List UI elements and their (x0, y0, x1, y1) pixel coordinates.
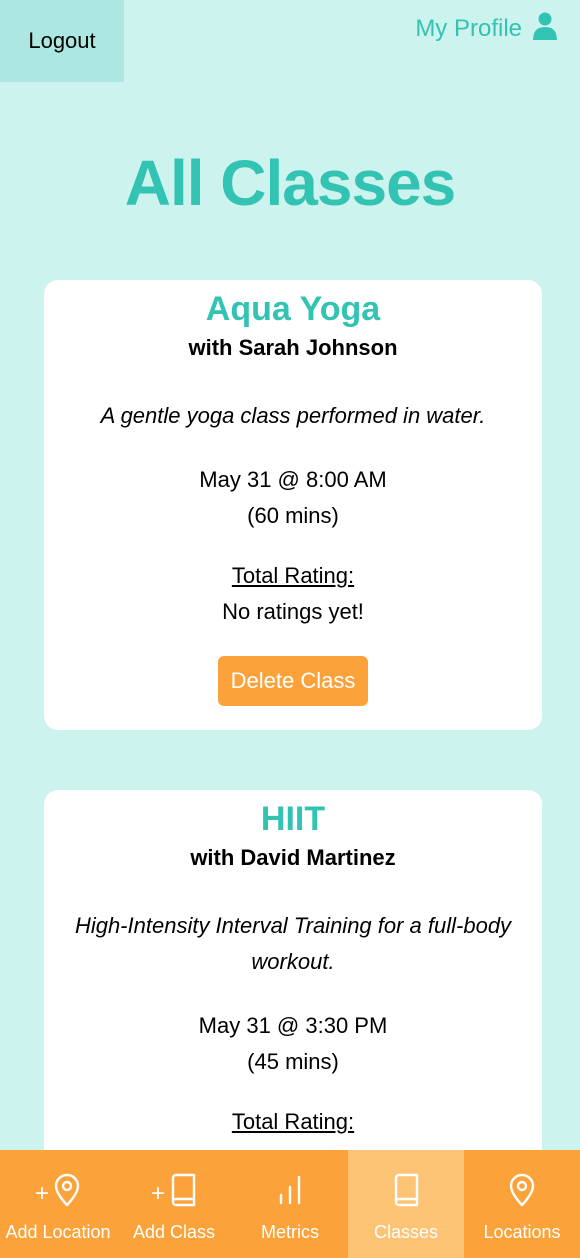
page-title: All Classes (124, 147, 457, 219)
class-description: High-Intensity Interval Training for a f… (74, 913, 512, 974)
metrics-icon (276, 1173, 304, 1212)
user-icon (532, 12, 558, 47)
class-card: HIIT with David Martinez High-Intensity … (44, 790, 542, 1210)
plus-icon: + (34, 1180, 49, 1207)
delete-class-button[interactable]: Delete Class (218, 656, 368, 706)
class-name: HIIT (260, 800, 326, 838)
book-icon (392, 1173, 420, 1212)
nav-classes[interactable]: Classes (348, 1150, 464, 1258)
class-name: Aqua Yoga (205, 290, 381, 328)
rating-value: No ratings yet! (222, 599, 364, 624)
bottom-nav: + Add Location + Add Class Metrics Class… (0, 1150, 580, 1258)
location-pin-icon (53, 1173, 81, 1212)
nav-add-location[interactable]: + Add Location (0, 1150, 116, 1258)
logout-button[interactable]: Logout (0, 0, 124, 82)
nav-add-class[interactable]: + Add Class (116, 1150, 232, 1258)
book-icon (169, 1173, 197, 1212)
class-duration: (60 mins) (247, 503, 339, 528)
nav-label: Locations (483, 1222, 561, 1242)
my-profile-link[interactable]: My Profile (415, 12, 558, 46)
nav-label: Add Location (5, 1222, 111, 1242)
plus-icon: + (150, 1180, 165, 1207)
class-description: A gentle yoga class performed in water. (100, 403, 486, 428)
my-profile-label: My Profile (415, 15, 522, 42)
class-instructor: with David Martinez (190, 845, 396, 870)
class-instructor: with Sarah Johnson (188, 335, 398, 360)
class-card: Aqua Yoga with Sarah Johnson A gentle yo… (44, 280, 542, 730)
nav-label: Classes (373, 1222, 439, 1242)
nav-locations[interactable]: Locations (464, 1150, 580, 1258)
class-datetime: May 31 @ 8:00 AM (199, 467, 387, 492)
nav-label: Add Class (132, 1222, 216, 1242)
rating-label: Total Rating: (231, 563, 355, 588)
nav-label: Metrics (261, 1222, 319, 1242)
rating-label: Total Rating: (231, 1109, 355, 1134)
class-datetime: May 31 @ 3:30 PM (198, 1013, 388, 1038)
location-pin-icon (508, 1173, 536, 1212)
nav-metrics[interactable]: Metrics (232, 1150, 348, 1258)
class-duration: (45 mins) (247, 1049, 339, 1074)
